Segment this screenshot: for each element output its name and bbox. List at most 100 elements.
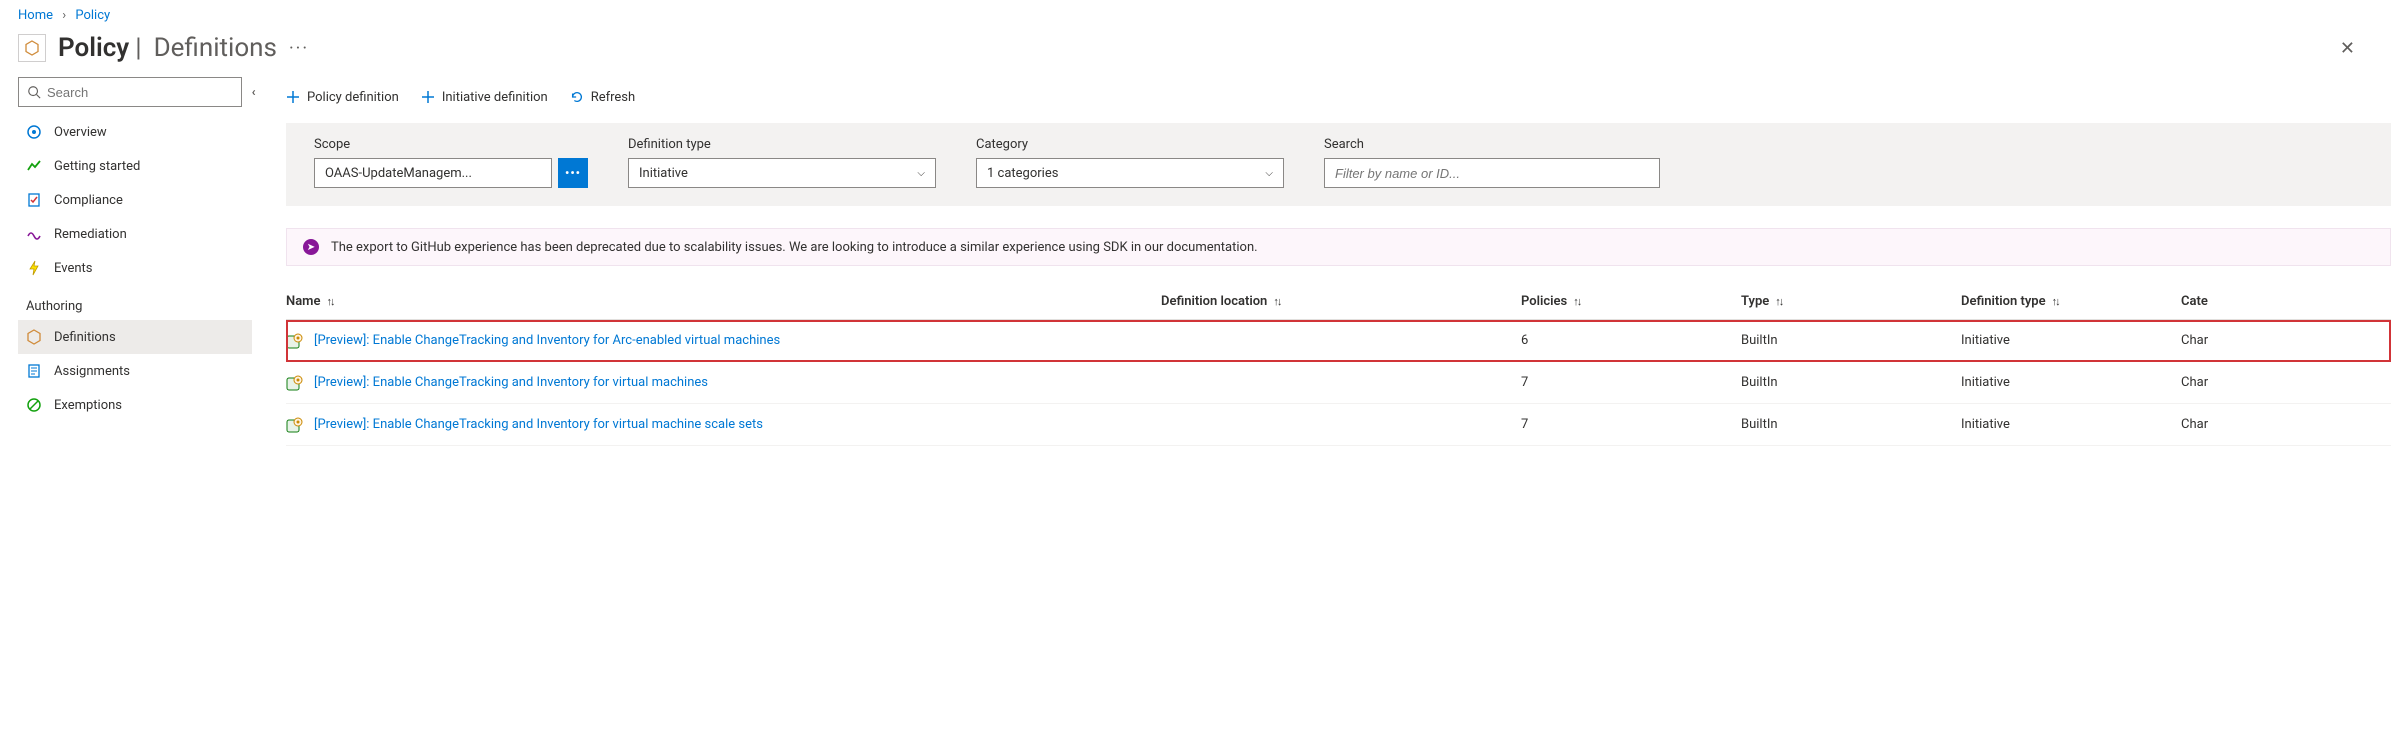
col-definition-type[interactable]: Definition type↑↓ [1961,294,2181,309]
toolbar-label: Refresh [591,90,635,105]
table-row[interactable]: [Preview]: Enable ChangeTracking and Inv… [286,320,2391,362]
scope-picker-button[interactable]: ••• [558,158,588,188]
sidebar-item-compliance[interactable]: Compliance [18,183,252,217]
remediation-icon [26,226,42,242]
new-initiative-definition-button[interactable]: Initiative definition [421,90,548,105]
policy-icon [18,34,46,62]
plus-icon [286,90,300,104]
close-button[interactable]: ✕ [2332,34,2363,63]
search-input[interactable] [1335,166,1649,181]
table-row[interactable]: [Preview]: Enable ChangeTracking and Inv… [286,404,2391,446]
col-type[interactable]: Type↑↓ [1741,294,1961,309]
breadcrumb-policy[interactable]: Policy [75,8,110,23]
cell-category: Char [2181,333,2261,348]
cell-type: BuiltIn [1741,417,1961,432]
plus-icon [421,90,435,104]
toolbar-label: Initiative definition [442,90,548,105]
col-name[interactable]: Name↑↓ [286,294,1161,309]
sort-icon: ↑↓ [1573,295,1580,308]
sidebar-search-input[interactable] [47,85,233,100]
sort-icon: ↑↓ [1775,295,1782,308]
chevron-down-icon: ⌵ [917,168,925,179]
sidebar-item-label: Exemptions [54,398,122,413]
sidebar-item-label: Assignments [54,364,130,379]
toolbar: Policy definition Initiative definition … [286,77,2391,117]
table-row[interactable]: [Preview]: Enable ChangeTracking and Inv… [286,362,2391,404]
sidebar-item-label: Definitions [54,330,116,345]
sidebar-item-label: Overview [54,125,107,140]
refresh-button[interactable]: Refresh [570,90,635,105]
breadcrumb: Home › Policy [0,0,2391,29]
scope-input[interactable]: OAAS-UpdateManagem... [314,158,552,188]
cell-category: Char [2181,375,2261,390]
definition-link[interactable]: [Preview]: Enable ChangeTracking and Inv… [314,375,708,390]
category-label: Category [976,137,1284,152]
sidebar-item-events[interactable]: Events [18,251,252,285]
sidebar-section-authoring: Authoring [18,285,252,320]
sidebar: ‹‹ Overview Getting started Compliance R… [0,77,258,422]
definition-link[interactable]: [Preview]: Enable ChangeTracking and Inv… [314,333,780,348]
assignments-icon [26,363,42,379]
sidebar-item-getting-started[interactable]: Getting started [18,149,252,183]
sidebar-item-remediation[interactable]: Remediation [18,217,252,251]
definition-type-label: Definition type [628,137,936,152]
page-header: Policy | Definitions ··· ✕ [0,29,2391,77]
initiative-icon [286,375,304,391]
page-title-separator: | [135,33,141,63]
more-actions-button[interactable]: ··· [289,38,309,59]
col-definition-location[interactable]: Definition location↑↓ [1161,294,1521,309]
cell-definition-type: Initiative [1961,417,2181,432]
category-value: 1 categories [987,166,1058,181]
sort-icon: ↑↓ [2052,295,2059,308]
sidebar-item-label: Events [54,261,92,276]
col-category[interactable]: Cate [2181,294,2261,309]
events-icon [26,260,42,276]
sidebar-item-assignments[interactable]: Assignments [18,354,252,388]
cell-type: BuiltIn [1741,375,1961,390]
breadcrumb-home[interactable]: Home [18,8,53,23]
definitions-table: Name↑↓ Definition location↑↓ Policies↑↓ … [286,294,2391,446]
refresh-icon [570,90,584,104]
scope-label: Scope [314,137,588,152]
sidebar-item-label: Compliance [54,193,123,208]
cell-type: BuiltIn [1741,333,1961,348]
initiative-icon [286,417,304,433]
filter-bar: Scope OAAS-UpdateManagem... ••• Definiti… [286,123,2391,206]
category-select[interactable]: 1 categories ⌵ [976,158,1284,188]
breadcrumb-separator: › [62,8,66,23]
getting-started-icon [26,158,42,174]
page-title-light: Definitions [154,33,277,63]
chevron-down-icon: ⌵ [1265,168,1273,179]
sidebar-item-overview[interactable]: Overview [18,115,252,149]
cell-definition-type: Initiative [1961,333,2181,348]
sidebar-search[interactable] [18,77,242,107]
cell-policies: 7 [1521,417,1741,432]
deprecation-banner: ➤ The export to GitHub experience has be… [286,228,2391,266]
search-field[interactable] [1324,158,1660,188]
definitions-icon [26,329,42,345]
cell-category: Char [2181,417,2261,432]
cell-policies: 6 [1521,333,1741,348]
main-content: Policy definition Initiative definition … [258,77,2391,446]
new-policy-definition-button[interactable]: Policy definition [286,90,399,105]
cell-definition-type: Initiative [1961,375,2181,390]
col-policies[interactable]: Policies↑↓ [1521,294,1741,309]
definition-link[interactable]: [Preview]: Enable ChangeTracking and Inv… [314,417,763,432]
definition-type-value: Initiative [639,166,688,181]
sidebar-item-label: Getting started [54,159,140,174]
toolbar-label: Policy definition [307,90,399,105]
ellipsis-icon: ••• [565,167,581,179]
search-icon [27,85,41,99]
sidebar-item-label: Remediation [54,227,127,242]
banner-text: The export to GitHub experience has been… [331,240,1258,255]
exemptions-icon [26,397,42,413]
overview-icon [26,124,42,140]
sidebar-item-definitions[interactable]: Definitions [18,320,252,354]
sort-icon: ↑↓ [326,295,333,308]
sidebar-item-exemptions[interactable]: Exemptions [18,388,252,422]
page-title-strong: Policy [58,33,129,63]
search-label: Search [1324,137,1660,152]
definition-type-select[interactable]: Initiative ⌵ [628,158,936,188]
sort-icon: ↑↓ [1273,295,1280,308]
table-header: Name↑↓ Definition location↑↓ Policies↑↓ … [286,294,2391,320]
